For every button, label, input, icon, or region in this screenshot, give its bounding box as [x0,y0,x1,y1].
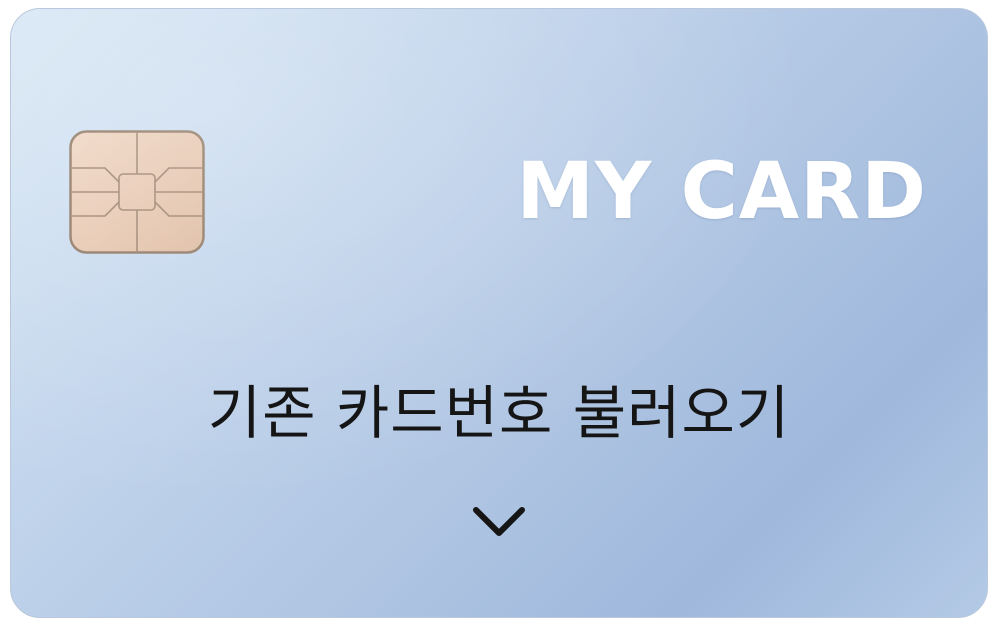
load-existing-card-label: 기존 카드번호 불러오기 [207,379,791,447]
card: MY CARD 기존 카드번호 불러오기 [10,8,988,618]
card-title: MY CARD [516,147,927,237]
load-existing-card-button[interactable]: 기존 카드번호 불러오기 [11,379,987,579]
card-chip-icon [69,130,205,254]
chevron-down-icon[interactable] [471,505,527,539]
